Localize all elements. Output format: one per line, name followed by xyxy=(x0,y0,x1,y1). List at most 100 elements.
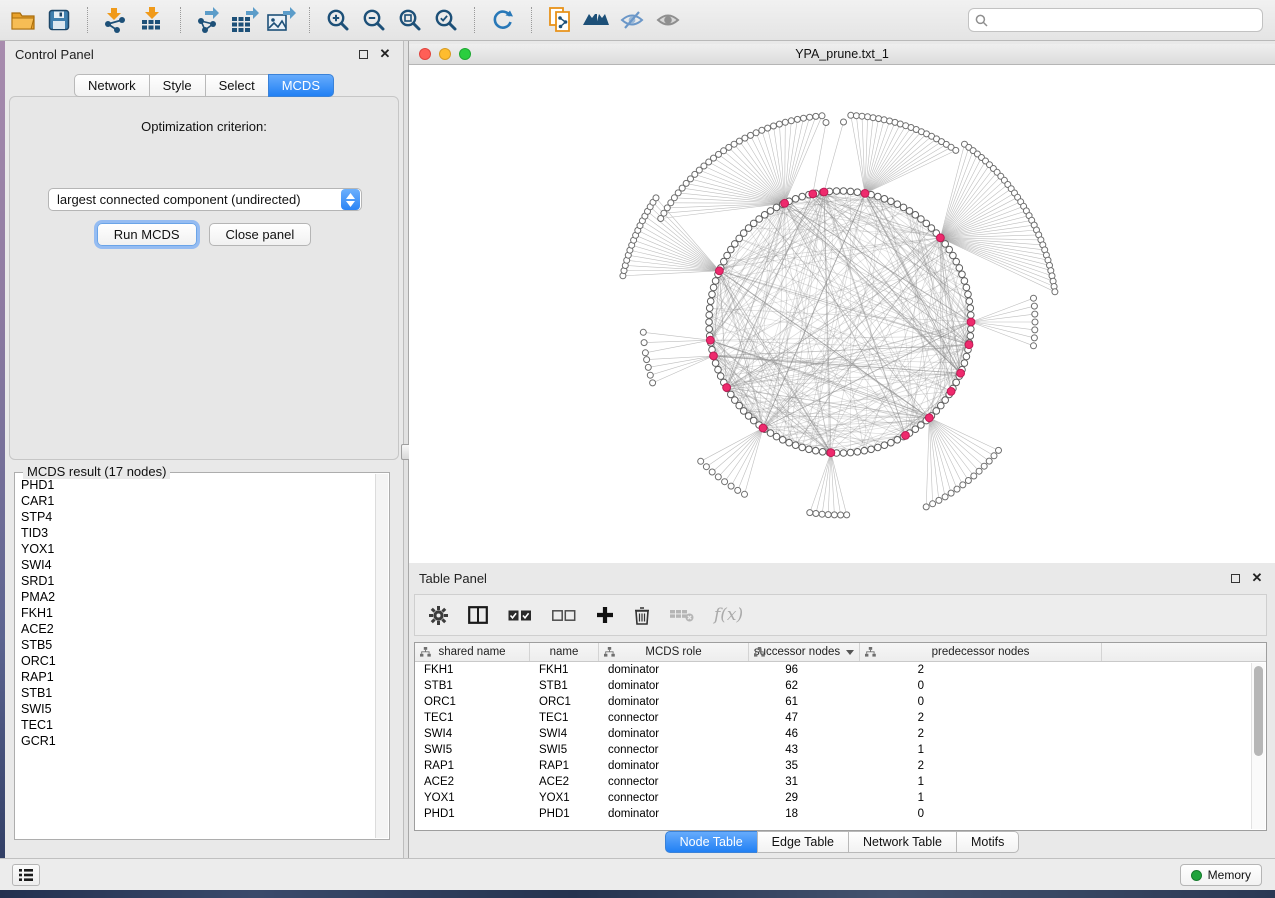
table-cell[interactable]: SWI5 xyxy=(530,744,599,756)
network-edge[interactable] xyxy=(653,356,714,383)
ring-node[interactable] xyxy=(779,437,786,444)
export-network-button[interactable] xyxy=(194,5,224,35)
ring-node[interactable] xyxy=(812,447,819,454)
result-node-item[interactable]: TEC1 xyxy=(21,717,375,733)
leaf-node[interactable] xyxy=(644,357,650,363)
table-cell[interactable]: STB1 xyxy=(530,680,599,692)
ring-node[interactable] xyxy=(854,189,861,196)
ring-node[interactable] xyxy=(806,446,813,453)
table-cell[interactable]: 2 xyxy=(860,760,1102,772)
leaf-node[interactable] xyxy=(1031,335,1037,341)
tab-network[interactable]: Network xyxy=(74,74,150,97)
select-all-button[interactable] xyxy=(508,610,532,621)
result-node-item[interactable]: ACE2 xyxy=(21,621,375,637)
ring-node[interactable] xyxy=(712,278,719,285)
network-edge[interactable] xyxy=(865,147,951,193)
table-cell[interactable]: 0 xyxy=(860,680,1102,692)
table-row[interactable]: YOX1YOX1connector291 xyxy=(415,790,1266,806)
table-cell[interactable]: ORC1 xyxy=(415,696,530,708)
ring-node[interactable] xyxy=(888,439,895,446)
leaf-node[interactable] xyxy=(936,497,942,503)
result-node-item[interactable]: FKH1 xyxy=(21,605,375,621)
table-cell[interactable]: 1 xyxy=(860,776,1102,788)
network-edge[interactable] xyxy=(865,132,921,194)
leaf-node[interactable] xyxy=(771,123,777,129)
ring-node[interactable] xyxy=(906,208,913,215)
ring-node[interactable] xyxy=(706,319,713,326)
table-row[interactable]: STB1STB1dominator620 xyxy=(415,678,1266,694)
tab-select[interactable]: Select xyxy=(205,74,269,97)
search-field[interactable] xyxy=(968,8,1263,32)
table-cell[interactable]: RAP1 xyxy=(530,760,599,772)
delete-column-button[interactable] xyxy=(634,606,650,625)
ring-node[interactable] xyxy=(900,204,907,211)
leaf-node[interactable] xyxy=(953,147,959,153)
network-edge[interactable] xyxy=(706,428,763,467)
table-cell[interactable]: FKH1 xyxy=(530,664,599,676)
ring-node[interactable] xyxy=(724,252,731,259)
leaf-node[interactable] xyxy=(782,119,788,125)
leaf-node[interactable] xyxy=(698,458,704,464)
leaf-node[interactable] xyxy=(759,127,765,133)
tab-motifs[interactable]: Motifs xyxy=(956,831,1019,853)
table-cell[interactable]: FKH1 xyxy=(415,664,530,676)
leaf-node[interactable] xyxy=(948,490,954,496)
leaf-node[interactable] xyxy=(986,458,992,464)
zoom-selected-button[interactable] xyxy=(431,5,461,35)
result-node-item[interactable]: RAP1 xyxy=(21,669,375,685)
mcds-hub-node[interactable] xyxy=(947,388,955,396)
table-cell[interactable]: dominator xyxy=(599,728,749,740)
network-edge[interactable] xyxy=(785,122,786,203)
leaf-node[interactable] xyxy=(776,121,782,127)
mcds-hub-node[interactable] xyxy=(957,369,965,377)
zoom-in-button[interactable] xyxy=(323,5,353,35)
search-input[interactable] xyxy=(992,13,1256,27)
network-edge[interactable] xyxy=(865,130,916,194)
ring-node[interactable] xyxy=(721,258,728,265)
table-cell[interactable]: ORC1 xyxy=(530,696,599,708)
leaf-node[interactable] xyxy=(807,114,813,120)
show-columns-button[interactable] xyxy=(468,606,488,624)
network-edge[interactable] xyxy=(712,428,763,472)
network-edge[interactable] xyxy=(721,376,831,453)
refresh-view-button[interactable] xyxy=(488,5,518,35)
ring-node[interactable] xyxy=(967,305,974,312)
save-session-button[interactable] xyxy=(44,5,74,35)
result-node-item[interactable]: YOX1 xyxy=(21,541,375,557)
mcds-hub-node[interactable] xyxy=(820,188,828,196)
table-cell[interactable]: PHD1 xyxy=(530,808,599,820)
ring-node[interactable] xyxy=(706,326,713,333)
deselect-all-button[interactable] xyxy=(552,610,576,621)
table-cell[interactable]: 62 xyxy=(749,680,860,692)
ring-node[interactable] xyxy=(961,360,968,367)
table-cell[interactable]: connector xyxy=(599,712,749,724)
result-node-item[interactable]: GCR1 xyxy=(21,733,375,749)
table-cell[interactable]: connector xyxy=(599,792,749,804)
zoom-fit-button[interactable] xyxy=(395,5,425,35)
network-edge[interactable] xyxy=(623,271,720,276)
mcds-hub-node[interactable] xyxy=(759,424,767,432)
ring-node[interactable] xyxy=(707,298,714,305)
table-cell[interactable]: connector xyxy=(599,744,749,756)
table-settings-button[interactable] xyxy=(429,606,448,625)
leaf-node[interactable] xyxy=(748,132,754,138)
tab-network-table[interactable]: Network Table xyxy=(848,831,957,853)
ring-node[interactable] xyxy=(956,265,963,272)
leaf-node[interactable] xyxy=(853,113,859,119)
ring-node[interactable] xyxy=(786,439,793,446)
network-edge[interactable] xyxy=(940,169,993,238)
column-header[interactable]: successor nodes xyxy=(749,643,860,661)
network-edge[interactable] xyxy=(971,322,1034,338)
ring-node[interactable] xyxy=(912,212,919,219)
mcds-hub-node[interactable] xyxy=(861,190,869,198)
leaf-node[interactable] xyxy=(876,116,882,122)
table-cell[interactable]: 2 xyxy=(860,664,1102,676)
table-row[interactable]: FKH1FKH1dominator962 xyxy=(415,662,1266,678)
ring-node[interactable] xyxy=(717,373,724,380)
ring-node[interactable] xyxy=(706,312,713,319)
leaf-node[interactable] xyxy=(807,510,813,516)
network-edge[interactable] xyxy=(630,250,720,271)
ring-node[interactable] xyxy=(728,246,735,253)
export-image-button[interactable] xyxy=(266,5,296,35)
network-edge[interactable] xyxy=(636,235,720,270)
